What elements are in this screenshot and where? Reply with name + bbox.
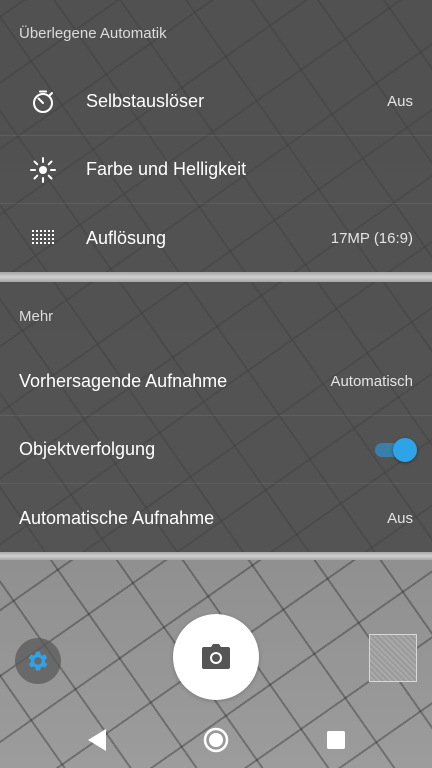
setting-self-timer[interactable]: Selbstauslöser Aus: [0, 68, 432, 136]
object-tracking-toggle[interactable]: [375, 437, 417, 462]
panel-bottom-edge: [0, 552, 432, 560]
setting-color-brightness[interactable]: Farbe und Helligkeit: [0, 136, 432, 204]
setting-label: Objektverfolgung: [19, 439, 156, 459]
setting-label: Auflösung: [86, 227, 167, 248]
setting-predictive-capture[interactable]: Vorhersagende Aufnahme Automatisch: [0, 348, 432, 416]
setting-object-tracking[interactable]: Objektverfolgung: [0, 416, 432, 484]
setting-value: Aus: [387, 93, 413, 110]
shutter-button[interactable]: [173, 614, 259, 700]
gallery-thumbnail[interactable]: [369, 634, 417, 682]
camera-icon: [201, 644, 231, 670]
settings-button[interactable]: [15, 638, 61, 684]
setting-auto-capture[interactable]: Automatische Aufnahme Aus: [0, 484, 432, 552]
setting-value: 17MP (16:9): [330, 229, 413, 247]
section-title-superior-auto: Überlegene Automatik: [19, 25, 167, 42]
section-title-more: Mehr: [19, 308, 54, 325]
setting-label: Vorhersagende Aufnahme: [19, 371, 228, 391]
settings-panel: Überlegene Automatik Selbstauslöser Aus: [0, 0, 432, 552]
gear-icon: [25, 648, 51, 674]
self-timer-icon: [29, 88, 57, 116]
home-circle-icon[interactable]: [203, 727, 229, 753]
back-triangle-icon[interactable]: [86, 728, 108, 752]
setting-label: Automatische Aufnahme: [19, 507, 215, 528]
setting-label: Farbe und Helligkeit: [86, 159, 247, 179]
setting-label: Selbstauslöser: [86, 91, 205, 111]
brightness-icon: [29, 156, 57, 184]
setting-value: Automatisch: [330, 373, 413, 390]
section-divider: [0, 272, 432, 282]
toggle-thumb: [393, 437, 417, 462]
resolution-grid-icon: [29, 224, 57, 252]
setting-value: Aus: [387, 509, 413, 527]
setting-resolution[interactable]: Auflösung 17MP (16:9): [0, 204, 432, 272]
system-navigation-bar: [0, 712, 432, 768]
recent-apps-square-icon[interactable]: [327, 731, 345, 749]
